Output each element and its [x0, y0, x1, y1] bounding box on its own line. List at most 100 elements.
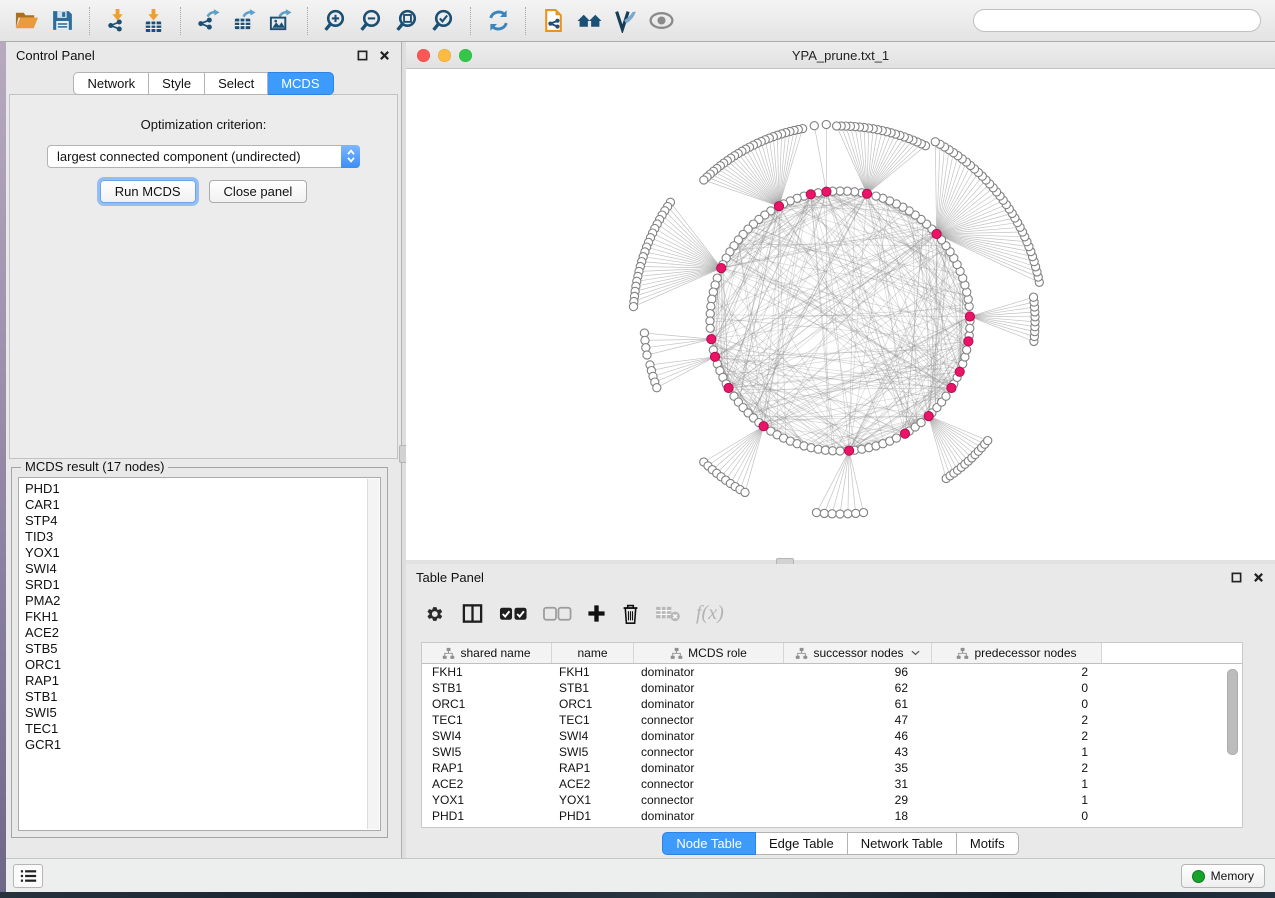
- export-image-icon[interactable]: [265, 6, 295, 36]
- task-history-button[interactable]: [13, 864, 43, 888]
- satellite-node[interactable]: [741, 488, 749, 496]
- table-row[interactable]: STB1STB1dominator620: [422, 680, 1242, 696]
- ring-node[interactable]: [892, 434, 900, 442]
- mcds-result-item[interactable]: YOX1: [25, 545, 380, 561]
- satellite-node[interactable]: [828, 510, 836, 518]
- list-scrollbar-track[interactable]: [367, 479, 379, 829]
- table-row[interactable]: PHD1PHD1dominator180: [422, 808, 1242, 824]
- tab-select[interactable]: Select: [205, 72, 268, 95]
- mcds-hub-node[interactable]: [710, 352, 719, 361]
- satellite-node[interactable]: [984, 437, 992, 445]
- ring-node[interactable]: [966, 324, 974, 332]
- mcds-hub-node[interactable]: [965, 312, 974, 321]
- mcds-result-list[interactable]: PHD1CAR1STP4TID3YOX1SWI4SRD1PMA2FKH1ACE2…: [18, 477, 381, 831]
- table-row[interactable]: RAP1RAP1dominator352: [422, 760, 1242, 776]
- mcds-hub-node[interactable]: [717, 264, 726, 273]
- mcds-result-item[interactable]: STB1: [25, 689, 380, 705]
- satellite-node[interactable]: [859, 509, 867, 517]
- network-canvas[interactable]: [406, 68, 1275, 560]
- float-window-icon[interactable]: [1230, 571, 1243, 584]
- satellite-node[interactable]: [643, 351, 651, 359]
- zoom-out-icon[interactable]: [356, 6, 386, 36]
- mcds-hub-node[interactable]: [806, 190, 815, 199]
- satellite-node[interactable]: [931, 138, 939, 146]
- table-row[interactable]: SWI5SWI5connector431: [422, 744, 1242, 760]
- table-row[interactable]: ACE2ACE2connector311: [422, 776, 1242, 792]
- close-panel-icon[interactable]: [1252, 571, 1265, 584]
- zoom-fit-icon[interactable]: [392, 6, 422, 36]
- close-panel-icon[interactable]: [378, 49, 391, 62]
- mcds-hub-node[interactable]: [924, 412, 933, 421]
- mcds-hub-node[interactable]: [964, 337, 973, 346]
- memory-button[interactable]: Memory: [1181, 864, 1265, 888]
- satellite-node[interactable]: [820, 509, 828, 517]
- new-network-from-file-icon[interactable]: [538, 6, 568, 36]
- deselect-all-rows-icon[interactable]: [543, 598, 572, 630]
- search-input[interactable]: [989, 13, 1250, 29]
- refresh-layout-icon[interactable]: [483, 6, 513, 36]
- mcds-hub-node[interactable]: [707, 335, 716, 344]
- tab-style[interactable]: Style: [149, 72, 205, 95]
- tab-node-table[interactable]: Node Table: [662, 832, 756, 855]
- mcds-hub-node[interactable]: [955, 367, 964, 376]
- satellite-node[interactable]: [653, 384, 661, 392]
- column-header-predecessor-nodes[interactable]: predecessor nodes: [932, 643, 1102, 663]
- ring-node[interactable]: [836, 447, 844, 455]
- satellite-node[interactable]: [810, 122, 818, 130]
- table-settings-icon[interactable]: [424, 598, 446, 630]
- optimization-criterion-dropdown[interactable]: largest connected component (undirected): [47, 145, 360, 168]
- mcds-result-item[interactable]: PMA2: [25, 593, 380, 609]
- column-header-MCDS-role[interactable]: MCDS role: [634, 643, 784, 663]
- vizmapper-icon[interactable]: [610, 6, 640, 36]
- satellite-node[interactable]: [844, 510, 852, 518]
- tab-edge-table[interactable]: Edge Table: [756, 832, 848, 855]
- import-network-icon[interactable]: [102, 6, 132, 36]
- run-mcds-button[interactable]: Run MCDS: [100, 180, 196, 203]
- export-table-icon[interactable]: [229, 6, 259, 36]
- mcds-hub-node[interactable]: [822, 187, 831, 196]
- mcds-hub-node[interactable]: [845, 446, 854, 455]
- mcds-result-item[interactable]: CAR1: [25, 497, 380, 513]
- search-box[interactable]: [973, 9, 1261, 32]
- ring-node[interactable]: [872, 192, 880, 200]
- table-row[interactable]: FKH1FKH1dominator962: [422, 664, 1242, 680]
- satellite-node[interactable]: [852, 509, 860, 517]
- column-header-shared-name[interactable]: shared name: [422, 643, 552, 663]
- mcds-hub-node[interactable]: [774, 202, 783, 211]
- float-window-icon[interactable]: [356, 49, 369, 62]
- select-all-rows-icon[interactable]: [499, 598, 528, 630]
- table-row[interactable]: SWI4SWI4dominator462: [422, 728, 1242, 744]
- ring-node[interactable]: [706, 324, 714, 332]
- mcds-result-item[interactable]: STB5: [25, 641, 380, 657]
- mcds-result-item[interactable]: TID3: [25, 529, 380, 545]
- mcds-hub-node[interactable]: [862, 189, 871, 198]
- tab-mcds[interactable]: MCDS: [268, 72, 333, 95]
- tab-network[interactable]: Network: [73, 72, 149, 95]
- mcds-result-item[interactable]: GCR1: [25, 737, 380, 753]
- ring-node[interactable]: [917, 419, 925, 427]
- mcds-hub-node[interactable]: [724, 383, 733, 392]
- satellite-node[interactable]: [836, 510, 844, 518]
- satellite-node[interactable]: [629, 303, 637, 311]
- mcds-result-item[interactable]: FKH1: [25, 609, 380, 625]
- zoom-selected-icon[interactable]: [428, 6, 458, 36]
- mcds-result-item[interactable]: PHD1: [25, 481, 380, 497]
- maximize-window-icon[interactable]: [459, 49, 472, 62]
- welcome-screen-icon[interactable]: [574, 6, 604, 36]
- ring-node[interactable]: [942, 392, 950, 400]
- tab-motifs[interactable]: Motifs: [957, 832, 1019, 855]
- mcds-result-item[interactable]: SRD1: [25, 577, 380, 593]
- zoom-in-icon[interactable]: [320, 6, 350, 36]
- mcds-result-item[interactable]: TEC1: [25, 721, 380, 737]
- table-row[interactable]: ORC1ORC1dominator610: [422, 696, 1242, 712]
- mcds-result-item[interactable]: SWI5: [25, 705, 380, 721]
- close-panel-button[interactable]: Close panel: [209, 180, 308, 203]
- satellite-node[interactable]: [812, 509, 820, 517]
- mcds-hub-node[interactable]: [932, 229, 941, 238]
- export-network-icon[interactable]: [193, 6, 223, 36]
- column-header-successor-nodes[interactable]: successor nodes: [784, 643, 932, 663]
- mcds-hub-node[interactable]: [947, 383, 956, 392]
- table-scrollbar-thumb[interactable]: [1227, 669, 1238, 755]
- satellite-node[interactable]: [1029, 293, 1037, 301]
- mcds-result-item[interactable]: SWI4: [25, 561, 380, 577]
